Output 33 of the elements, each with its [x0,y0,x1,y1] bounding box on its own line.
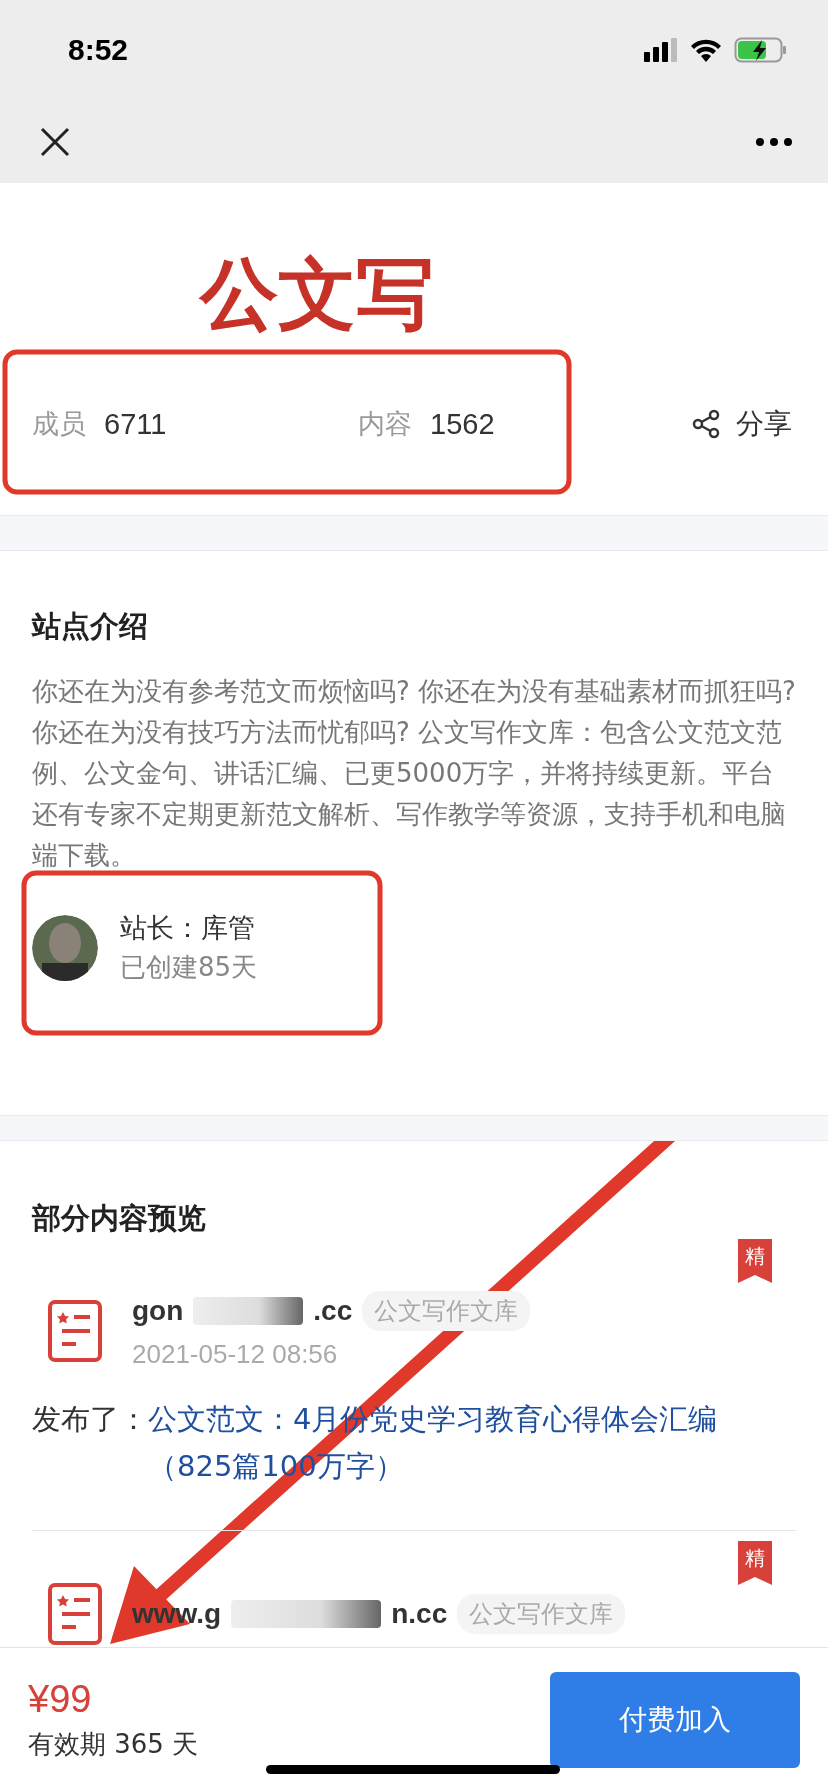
price: ¥99 [28,1678,93,1721]
featured-ribbon: 精 [738,1239,772,1283]
stat-value: 1562 [430,407,495,441]
section-heading: 站点介绍 [32,608,149,645]
author-name: n.cc [391,1598,448,1630]
post-prefix: 发布了： [32,1401,148,1438]
share-button[interactable]: 分享 [692,405,792,443]
site-tag: 公文写作文库 [362,1291,531,1331]
avatar [32,914,98,981]
battery-charging-icon [734,37,788,63]
featured-ribbon: 精 [738,1541,772,1585]
stat-label: 内容 [358,407,412,441]
created-days: 已创建85天 [120,950,258,985]
site-description: 你还在为没有参考范文而烦恼吗? 你还在为没有基础素材而抓狂吗? 你还在为没有技巧方法而忧郁吗? 公文写作文库：包含公文范文范例、公文金句、讲话汇编、已更5000万字，并将持续更新。平台还有专家不定期更新范文解析、写作教学等资源，支持手机和电脑端下载。 [32,675,796,872]
site-title: 公文写 [200,255,434,333]
author-name: .cc [313,1295,353,1327]
author-name: gon [132,1295,184,1327]
stat-label: 成员 [32,407,86,441]
signal-icon [644,38,678,62]
status-time: 8:52 [68,33,129,67]
owner-name: 站长：库管 [120,911,256,945]
section-heading: 部分内容预览 [32,1200,207,1237]
document-icon [48,1299,102,1362]
site-tag: 公文写作文库 [457,1594,626,1634]
document-icon [48,1583,102,1645]
more-icon[interactable] [756,137,792,146]
validity-period: 有效期 365 天 [28,1728,199,1761]
wifi-icon [690,38,722,62]
close-icon[interactable] [40,126,70,157]
post-date: 2021-05-12 08:56 [132,1339,339,1370]
stat-value: 6711 [104,407,167,441]
share-icon [692,409,720,439]
pay-join-button[interactable]: 付费加入 [550,1672,800,1768]
